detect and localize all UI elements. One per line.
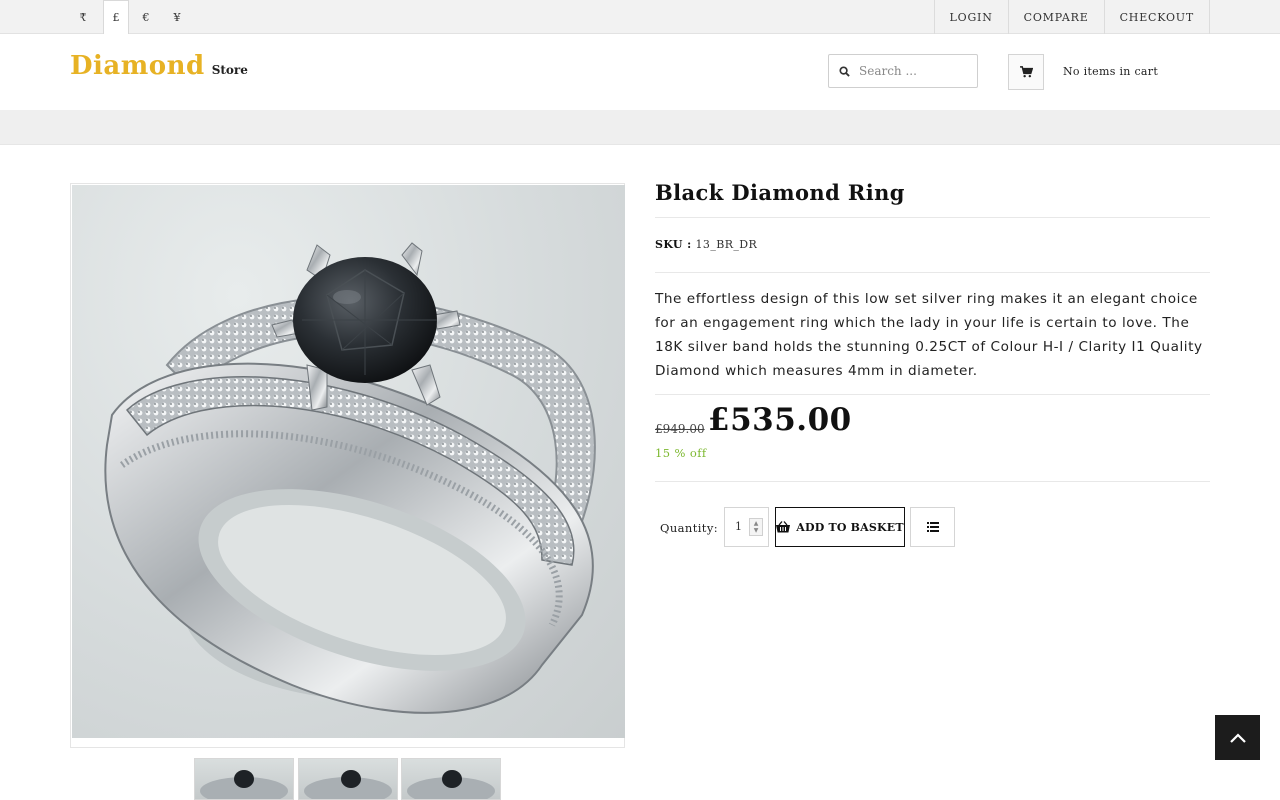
quantity-stepper[interactable]: 1 ▲ ▼ xyxy=(724,507,769,547)
add-to-basket-button[interactable]: ADD TO BASKET xyxy=(775,507,905,547)
breadcrumb-band xyxy=(0,110,1280,145)
currency-pound[interactable]: £ xyxy=(103,0,129,34)
login-link[interactable]: LOGIN xyxy=(933,0,1008,34)
decrement-icon[interactable]: ▼ xyxy=(754,527,759,534)
quantity-spinner[interactable]: ▲ ▼ xyxy=(749,518,763,536)
divider xyxy=(655,394,1210,395)
basket-icon xyxy=(776,521,791,533)
quantity-value[interactable]: 1 xyxy=(735,520,742,533)
currency-yen[interactable]: ¥ xyxy=(164,0,190,34)
currency-euro[interactable]: € xyxy=(133,0,159,34)
discount-badge: 15 % off xyxy=(655,446,707,460)
compare-link[interactable]: COMPARE xyxy=(1007,0,1104,34)
shopping-cart-icon xyxy=(1019,66,1033,78)
divider xyxy=(655,481,1210,482)
cart-button[interactable] xyxy=(1008,54,1044,90)
search-box xyxy=(828,54,978,88)
chevron-up-icon xyxy=(1229,732,1246,743)
add-to-basket-label: ADD TO BASKET xyxy=(796,520,904,534)
product-description: The effortless design of this low set si… xyxy=(655,291,1203,379)
thumbnail-2[interactable] xyxy=(298,758,398,800)
top-utility-bar: ₹ £ € ¥ LOGIN COMPARE CHECKOUT xyxy=(0,0,1280,34)
thumbnail-1[interactable] xyxy=(194,758,294,800)
divider xyxy=(655,272,1210,273)
divider xyxy=(655,217,1210,218)
top-links: LOGIN COMPARE CHECKOUT xyxy=(933,0,1210,34)
product-title: Black Diamond Ring xyxy=(655,180,905,205)
sku-label: SKU : xyxy=(655,238,692,251)
old-price: £949.00 xyxy=(655,422,705,436)
site-logo[interactable]: Diamond Store xyxy=(70,51,248,81)
search-input[interactable] xyxy=(859,64,969,78)
product-sku: SKU : 13_BR_DR xyxy=(655,238,757,251)
current-price: £535.00 xyxy=(708,402,852,438)
quantity-label: Quantity: xyxy=(660,521,718,535)
add-to-compare-button[interactable] xyxy=(910,507,955,547)
cart-status[interactable]: No items in cart xyxy=(1063,65,1158,78)
scroll-to-top-button[interactable] xyxy=(1215,715,1260,760)
checkout-link[interactable]: CHECKOUT xyxy=(1103,0,1210,34)
currency-rupee[interactable]: ₹ xyxy=(70,0,96,34)
thumbnail-3[interactable] xyxy=(401,758,501,800)
site-header: Diamond Store No items in cart xyxy=(0,35,1280,110)
logo-sub-text: Store xyxy=(211,63,248,77)
logo-main-text: Diamond xyxy=(70,51,205,81)
search-icon[interactable] xyxy=(829,65,859,77)
sku-value: 13_BR_DR xyxy=(695,238,758,251)
increment-icon[interactable]: ▲ xyxy=(754,520,759,527)
product-photo xyxy=(72,185,625,738)
list-icon xyxy=(926,522,939,532)
product-image-frame[interactable] xyxy=(70,183,625,748)
